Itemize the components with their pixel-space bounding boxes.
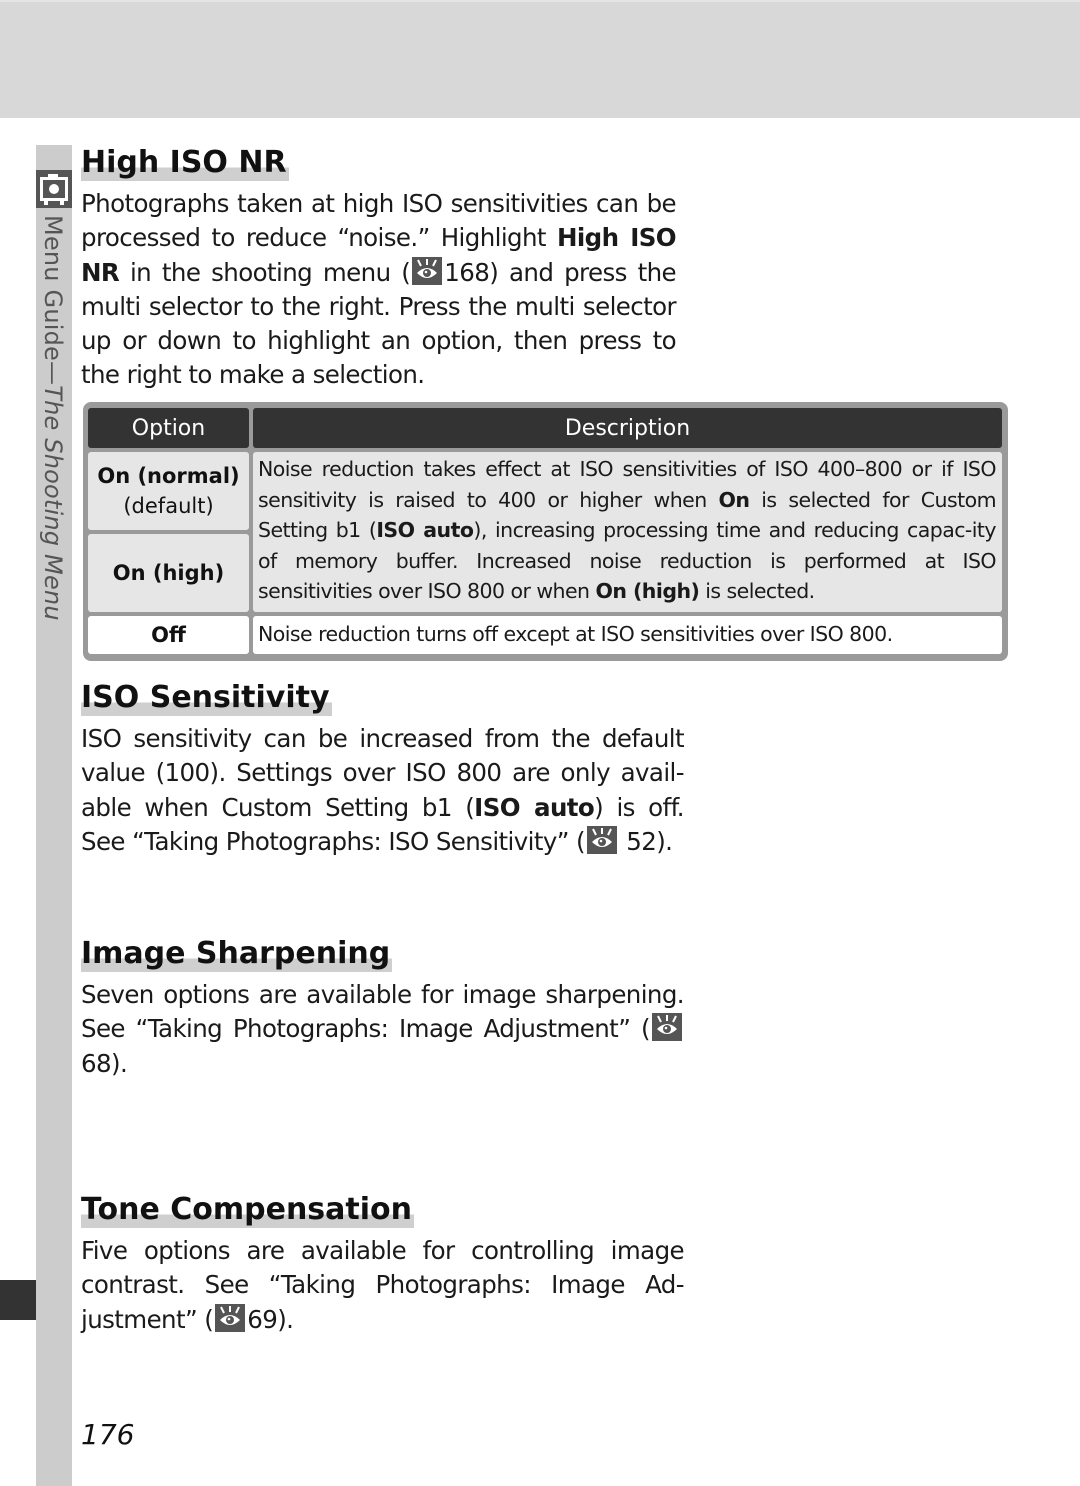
table-row-option-on-high: On (high) xyxy=(88,534,249,612)
page-reference-icon xyxy=(587,825,618,854)
tone-compensation-paragraph: Five options are available for controlli… xyxy=(81,1236,685,1334)
heading-high-iso-nr: High ISO NR xyxy=(81,145,289,181)
table-row-option-on-normal: On (normal) (default) xyxy=(88,452,249,530)
table-description-off: Noise reduction turns off except at ISO … xyxy=(253,616,1002,654)
table-row-option-off: Off xyxy=(88,616,249,654)
table-header-description: Description xyxy=(253,408,1002,448)
page-reference-icon xyxy=(652,1013,682,1042)
high-iso-nr-options-table: Option Description On (normal) (default)… xyxy=(83,402,1008,661)
table-description-on: Noise reduction takes effect at ISO sens… xyxy=(253,452,1002,612)
heading-image-sharpening: Image Sharpening xyxy=(81,936,393,972)
camera-icon xyxy=(36,170,72,208)
image-sharpening-paragraph: Seven options are available for image sh… xyxy=(81,980,685,1078)
iso-sensitivity-paragraph: ISO sensitivity can be increased from th… xyxy=(81,724,685,856)
thumb-tab-marker xyxy=(0,1280,36,1320)
heading-tone-compensation: Tone Compensation xyxy=(81,1192,414,1228)
heading-iso-sensitivity: ISO Sensitivity xyxy=(81,680,332,716)
high-iso-nr-paragraph: Photographs taken at high ISO sensitivit… xyxy=(81,189,677,390)
page-reference-icon xyxy=(215,1303,246,1332)
page-reference-icon xyxy=(412,256,443,285)
top-band xyxy=(0,0,1080,118)
table-header-option: Option xyxy=(88,408,249,448)
section-tab-label: Menu Guide—The Shooting Menu xyxy=(39,215,67,621)
page-number: 176 xyxy=(81,1418,135,1451)
